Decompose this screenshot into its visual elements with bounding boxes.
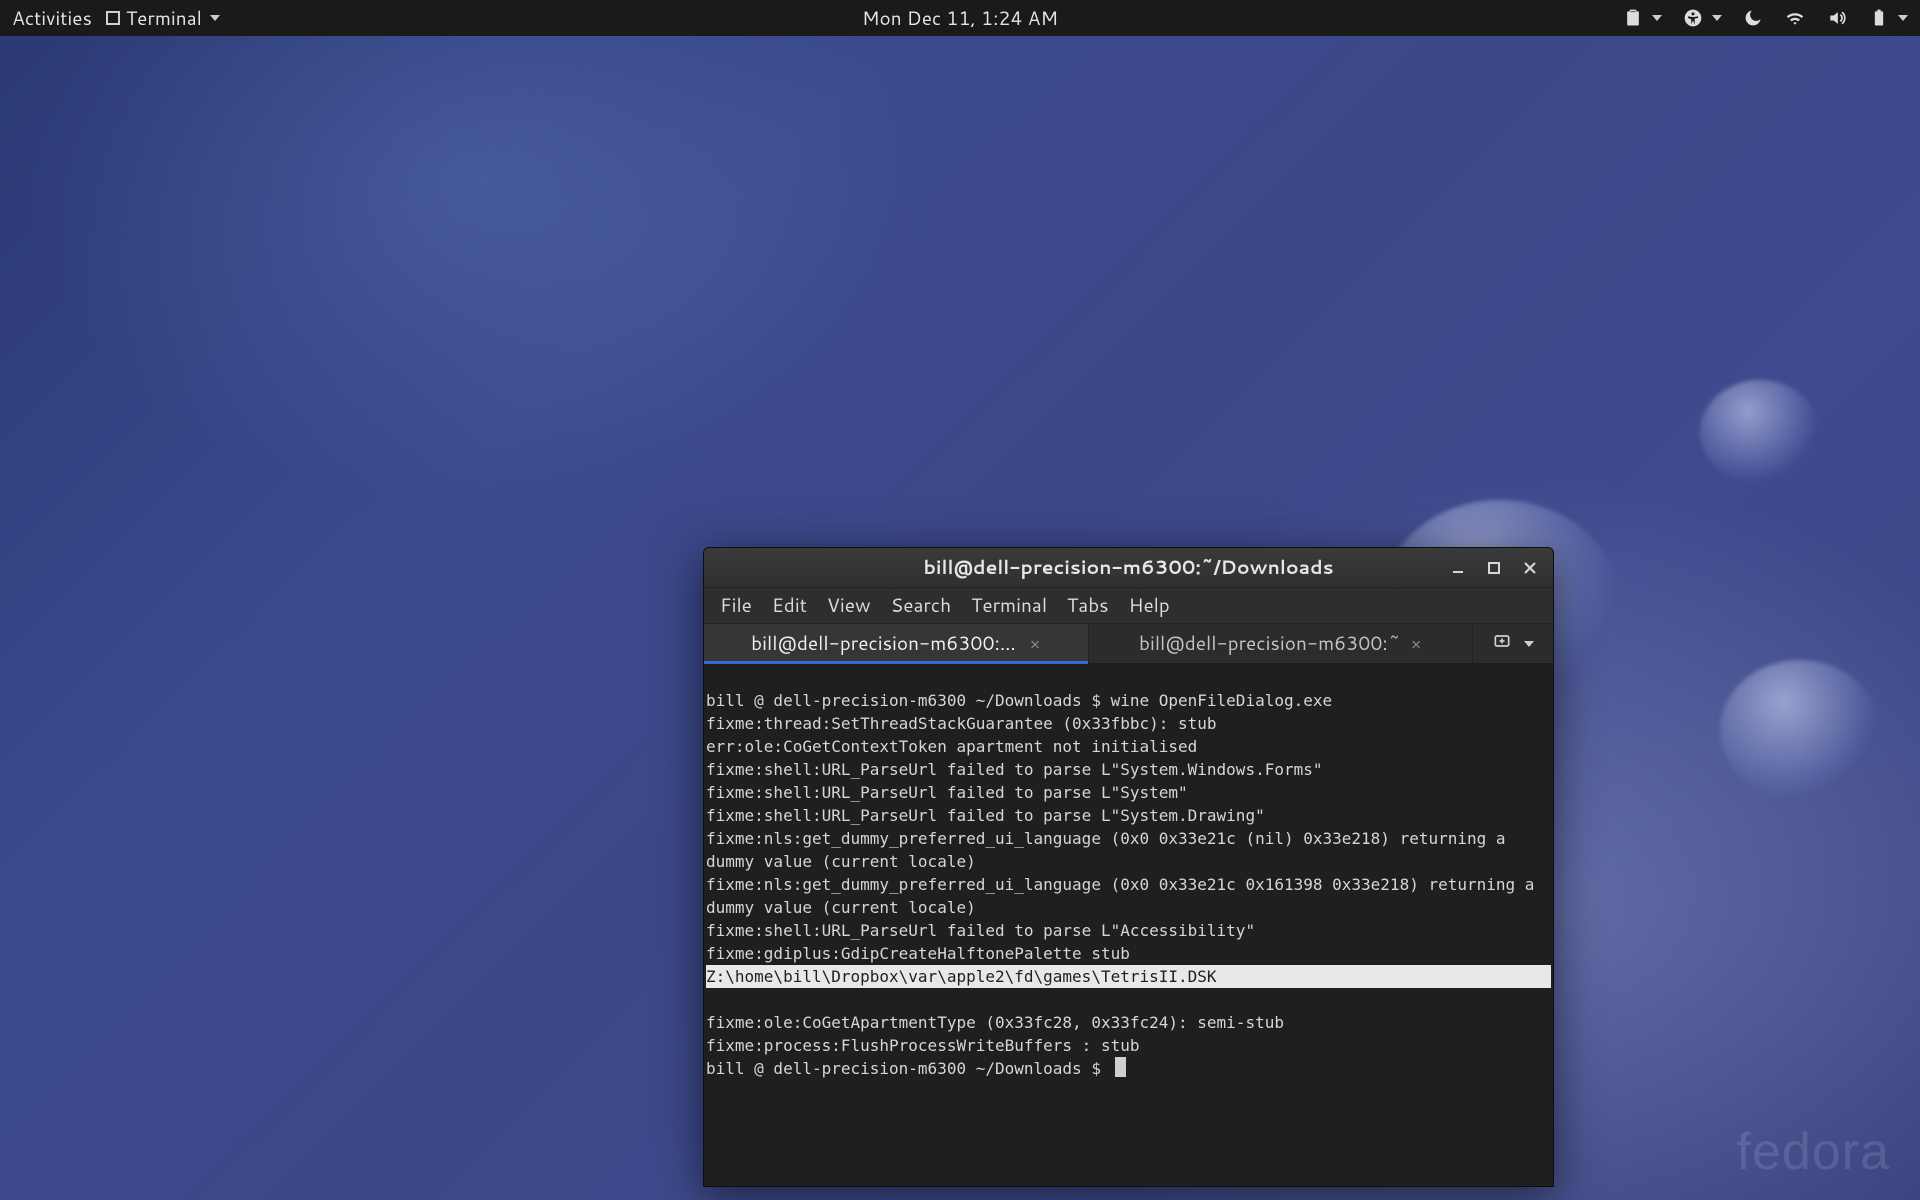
tab-tools xyxy=(1473,624,1553,663)
power-menu[interactable] xyxy=(1868,7,1908,29)
chevron-down-icon xyxy=(1898,15,1908,21)
maximize-button[interactable] xyxy=(1481,555,1507,581)
term-line: fixme:nls:get_dummy_preferred_ui_languag… xyxy=(706,875,1544,917)
window-title: bill@dell-precision-m6300:~/Downloads xyxy=(923,554,1333,581)
fedora-watermark: fedora xyxy=(1737,1122,1890,1182)
new-tab-button[interactable] xyxy=(1492,631,1512,657)
chevron-down-icon xyxy=(1652,15,1662,21)
wallpaper-blob xyxy=(1700,380,1820,485)
wifi-icon xyxy=(1784,7,1806,29)
wallpaper-blob xyxy=(1720,660,1880,800)
terminal-tab[interactable]: bill@dell-precision-m6300:~/Down… × xyxy=(704,624,1089,663)
term-line: fixme:nls:get_dummy_preferred_ui_languag… xyxy=(706,829,1515,871)
accessibility-indicator[interactable] xyxy=(1682,7,1722,29)
gnome-top-bar: Activities Terminal Mon Dec 11, 1:24 AM xyxy=(0,0,1920,36)
volume-indicator[interactable] xyxy=(1826,7,1848,29)
accessibility-icon xyxy=(1682,7,1704,29)
terminal-body[interactable]: bill @ dell-precision-m6300 ~/Downloads … xyxy=(704,664,1553,1186)
menu-tabs[interactable]: Tabs xyxy=(1057,588,1119,623)
terminal-cursor xyxy=(1115,1057,1126,1077)
moon-icon xyxy=(1742,7,1764,29)
terminal-menubar: File Edit View Search Terminal Tabs Help xyxy=(704,588,1553,624)
menu-edit[interactable]: Edit xyxy=(762,588,817,623)
menu-view[interactable]: View xyxy=(817,588,881,623)
chevron-down-icon xyxy=(1712,15,1722,21)
clipboard-indicator[interactable] xyxy=(1622,7,1662,29)
term-prompt: bill @ dell-precision-m6300 ~/Downloads … xyxy=(706,1059,1126,1078)
battery-icon xyxy=(1868,7,1890,29)
volume-icon xyxy=(1826,7,1848,29)
window-titlebar[interactable]: bill@dell-precision-m6300:~/Downloads xyxy=(704,548,1553,588)
app-menu[interactable]: Terminal xyxy=(106,5,220,32)
term-line: fixme:shell:URL_ParseUrl failed to parse… xyxy=(706,921,1255,940)
night-indicator[interactable] xyxy=(1742,7,1764,29)
tab-label: bill@dell-precision-m6300:~ xyxy=(1139,630,1401,657)
network-indicator[interactable] xyxy=(1784,7,1806,29)
term-line: fixme:gdiplus:GdipCreateHalftonePalette … xyxy=(706,944,1130,963)
tab-close-icon[interactable]: × xyxy=(1411,632,1422,656)
terminal-app-icon xyxy=(106,11,120,25)
terminal-tab[interactable]: bill@dell-precision-m6300:~ × xyxy=(1089,624,1474,663)
prompt-text: bill @ dell-precision-m6300 ~/Downloads … xyxy=(706,1059,1111,1078)
app-menu-label: Terminal xyxy=(126,5,202,32)
term-line: fixme:shell:URL_ParseUrl failed to parse… xyxy=(706,760,1323,779)
clock-label: Mon Dec 11, 1:24 AM xyxy=(862,5,1058,32)
minimize-button[interactable] xyxy=(1445,555,1471,581)
term-line: fixme:shell:URL_ParseUrl failed to parse… xyxy=(706,783,1188,802)
term-line: err:ole:CoGetContextToken apartment not … xyxy=(706,737,1197,756)
term-line-highlighted: Z:\home\bill\Dropbox\var\apple2\fd\games… xyxy=(706,965,1551,988)
close-button[interactable] xyxy=(1517,555,1543,581)
chevron-down-icon xyxy=(210,15,220,21)
clipboard-icon xyxy=(1622,7,1644,29)
menu-search[interactable]: Search xyxy=(881,588,962,623)
terminal-window: bill@dell-precision-m6300:~/Downloads Fi… xyxy=(703,547,1554,1187)
tab-close-icon[interactable]: × xyxy=(1030,632,1041,656)
tab-label: bill@dell-precision-m6300:~/Down… xyxy=(751,630,1019,657)
menu-help[interactable]: Help xyxy=(1119,588,1180,623)
tab-menu-button[interactable] xyxy=(1524,641,1534,647)
term-line: fixme:process:FlushProcessWriteBuffers :… xyxy=(706,1036,1139,1055)
term-line: bill @ dell-precision-m6300 ~/Downloads … xyxy=(706,691,1332,710)
term-line: fixme:thread:SetThreadStackGuarantee (0x… xyxy=(706,714,1217,733)
term-line: fixme:ole:CoGetApartmentType (0x33fc28, … xyxy=(706,1013,1284,1032)
activities-label: Activities xyxy=(12,5,92,32)
activities-button[interactable]: Activities xyxy=(12,5,92,32)
menu-file[interactable]: File xyxy=(710,588,762,623)
menu-terminal[interactable]: Terminal xyxy=(961,588,1057,623)
clock[interactable]: Mon Dec 11, 1:24 AM xyxy=(862,5,1058,32)
term-line: fixme:shell:URL_ParseUrl failed to parse… xyxy=(706,806,1265,825)
terminal-tabbar: bill@dell-precision-m6300:~/Down… × bill… xyxy=(704,624,1553,664)
